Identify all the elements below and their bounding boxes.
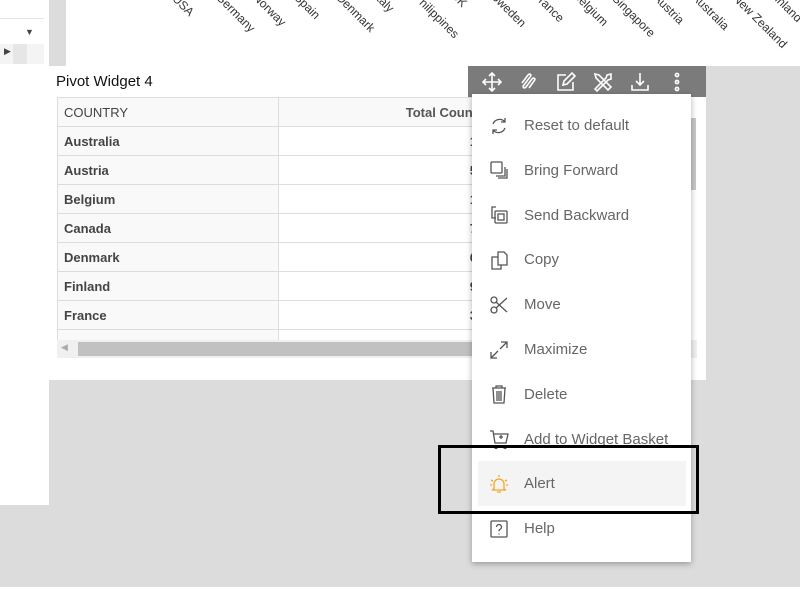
menu-item-label: Reset to default — [524, 117, 630, 134]
count-cell: 1 — [279, 185, 477, 213]
drill-icon[interactable] — [517, 70, 541, 94]
copy-icon — [488, 249, 510, 271]
menu-item-send-backward[interactable]: Send Backward — [478, 193, 686, 238]
menu-item-label: Maximize — [524, 341, 588, 358]
country-cell: Finland — [58, 272, 279, 300]
table-row[interactable]: France3 — [58, 301, 477, 330]
help-icon — [488, 518, 510, 540]
menu-item-copy[interactable]: Copy — [478, 237, 686, 282]
menu-item-delete[interactable]: Delete — [478, 372, 686, 417]
menu-item-label: Move — [524, 296, 561, 314]
left-panel-cell — [13, 44, 27, 64]
scroll-left-icon[interactable]: ◀ — [61, 342, 68, 353]
background-area — [706, 66, 800, 380]
gutter — [49, 0, 66, 66]
download-icon[interactable] — [628, 70, 652, 94]
country-cell: France — [58, 301, 279, 329]
menu-item-label: Bring Forward — [524, 161, 619, 179]
scissors-icon — [488, 294, 510, 316]
table-header: COUNTRY Total Count — [58, 98, 477, 127]
more-vertical-icon[interactable] — [665, 70, 689, 94]
menu-item-label: Send Backward — [524, 206, 630, 224]
send-backward-icon — [488, 204, 510, 226]
column-header-country[interactable]: COUNTRY — [58, 98, 279, 126]
column-header-total-count[interactable]: Total Count — [279, 98, 477, 126]
widget-title: Pivot Widget 4 — [56, 73, 153, 90]
count-cell: 9 — [279, 272, 477, 300]
trash-icon — [488, 383, 510, 405]
table-row[interactable]: Belgium1 — [58, 185, 477, 214]
table-row[interactable]: Austria5 — [58, 156, 477, 185]
edit-icon[interactable] — [554, 70, 578, 94]
highlight-box — [438, 445, 699, 514]
tools-icon[interactable] — [591, 70, 615, 94]
bring-forward-icon — [488, 159, 510, 181]
count-cell: 3 — [279, 301, 477, 329]
menu-item-bring-forward[interactable]: Bring Forward — [478, 148, 686, 193]
pivot-table: COUNTRY Total Count Australia1Austria5Be… — [57, 97, 477, 341]
menu-item-maximize[interactable]: Maximize — [478, 327, 686, 372]
x-tick-label: USA — [169, 0, 197, 19]
count-cell: 7 — [279, 214, 477, 242]
left-panel-row — [0, 18, 44, 44]
table-row[interactable]: Denmark6 — [58, 243, 477, 272]
country-cell: Belgium — [58, 185, 279, 213]
table-row[interactable]: Finland9 — [58, 272, 477, 301]
country-cell: Australia — [58, 127, 279, 155]
count-cell: 1 — [279, 127, 477, 155]
country-cell: Canada — [58, 214, 279, 242]
count-cell: 5 — [279, 156, 477, 184]
dropdown-arrow-icon[interactable]: ▼ — [25, 27, 34, 37]
refresh-icon — [488, 115, 510, 137]
country-cell: Austria — [58, 156, 279, 184]
table-row[interactable]: Australia1 — [58, 127, 477, 156]
widget-toolbar — [468, 66, 706, 97]
menu-item-reset-to-default[interactable]: Reset to default — [478, 103, 686, 148]
country-cell: Denmark — [58, 243, 279, 271]
menu-item-label: Delete — [524, 385, 568, 403]
expand-arrow-icon[interactable]: ▶ — [4, 46, 11, 57]
move-arrows-icon[interactable] — [480, 70, 504, 94]
menu-item-label: Copy — [524, 251, 560, 269]
left-panel: ▼ ▶ — [0, 0, 49, 505]
maximize-icon — [488, 339, 510, 361]
chart-x-axis-labels: USA Germany Norway Spain Denmark Italy Philipp… — [66, 0, 800, 66]
menu-item-label: Help — [524, 520, 555, 538]
menu-item-move[interactable]: Move — [478, 282, 686, 327]
count-cell: 6 — [279, 243, 477, 271]
table-row[interactable]: Canada7 — [58, 214, 477, 243]
